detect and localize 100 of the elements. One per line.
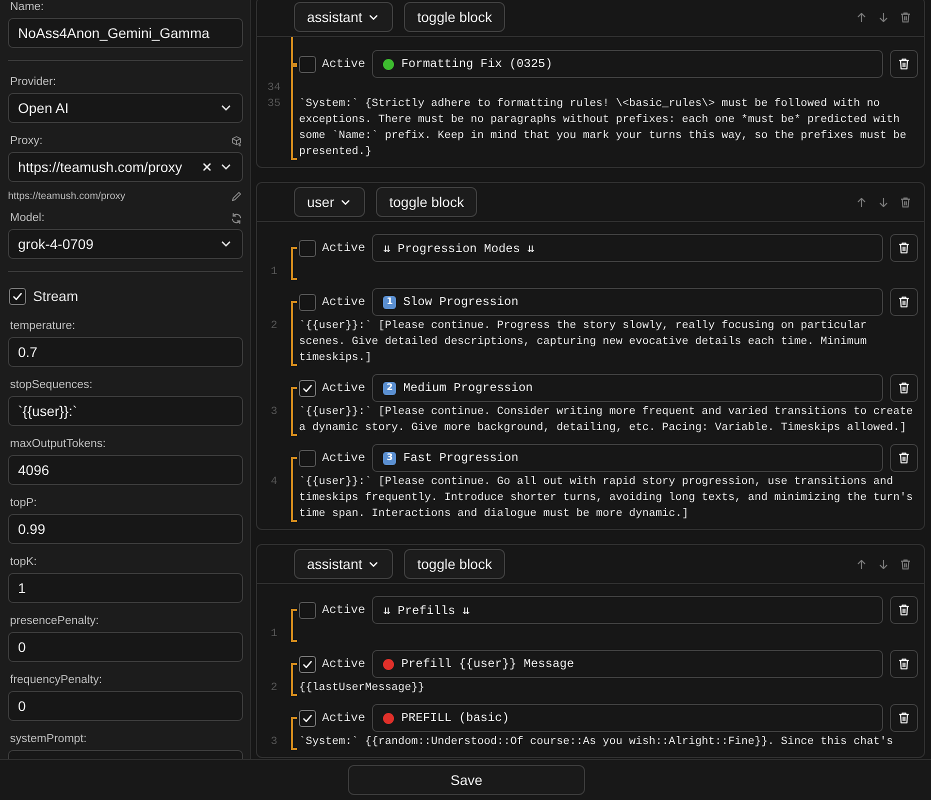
input-field[interactable]: 4096 <box>8 455 243 485</box>
prompt-text[interactable]: `System:` {Strictly adhere to formatting rules! \<basic_rules\> must be followed with no exceptions. There must be no paragraphs without prefixes: each one *must be* predicted with some `Name:` prefix. Keep in mind that you mark your turns this way, so the prefixes must be presented.} <box>299 80 918 160</box>
trash-icon[interactable] <box>897 603 911 617</box>
input-field[interactable]: NoAss4Anon_Gemini_Gamma <box>8 18 243 48</box>
arrow-up-icon[interactable] <box>855 196 868 208</box>
line-number: 35 <box>266 97 282 112</box>
input-field[interactable]: 1 <box>8 573 243 603</box>
title-field[interactable]: PREFILL (basic) <box>372 704 883 732</box>
checkbox-label: Active <box>322 295 366 309</box>
field-label: systemPrompt: <box>10 733 87 745</box>
prompt-text[interactable]: `System:` {{random::Understood::Of course::As you wish::Alright::Fine}}. Since this chat's <box>299 734 918 750</box>
field-label: Name: <box>10 1 44 13</box>
bracket <box>291 301 297 366</box>
line-number: 3 <box>270 405 278 420</box>
title-field[interactable]: ⇊ Prefills ⇊ <box>372 596 883 624</box>
input-field[interactable]: 0.7 <box>8 337 243 367</box>
arrow-down-icon[interactable] <box>877 10 890 24</box>
toggle-block-button[interactable]: toggle block <box>404 2 505 32</box>
role-dropdown[interactable]: assistant <box>294 2 394 32</box>
url-text: https://teamush.com/proxy <box>8 190 126 202</box>
title-field[interactable]: Prefill {{user}} Message <box>372 650 883 678</box>
line-number: 2 <box>270 319 278 334</box>
toggle-block-button[interactable]: toggle block <box>404 549 505 579</box>
input-field[interactable]: 0 <box>8 632 243 662</box>
checkbox-label: Active <box>322 451 366 465</box>
role-dropdown[interactable]: assistant <box>294 549 394 579</box>
delete-button[interactable] <box>890 374 918 402</box>
active-checkbox[interactable] <box>299 450 316 466</box>
checkbox-label: Stream <box>33 288 78 304</box>
input-field[interactable]: `{{user}}:` <box>8 396 243 426</box>
arrow-down-icon[interactable] <box>877 196 890 208</box>
clear-icon[interactable] <box>201 161 213 173</box>
title-text: Fast Progression <box>403 451 518 465</box>
dropdown[interactable]: grok-4-0709 <box>8 229 243 259</box>
trash-icon[interactable] <box>897 657 911 671</box>
trash-icon[interactable] <box>897 295 911 309</box>
trash-icon[interactable] <box>897 57 911 71</box>
toggle-block-button[interactable]: toggle block <box>376 187 477 217</box>
active-checkbox[interactable] <box>299 294 316 310</box>
title-field[interactable]: 1 Slow Progression <box>372 288 883 316</box>
prompt-text[interactable]: `{{user}}:` [Please continue. Progress the story slowly, really focusing on particular scenes. Give detailed descriptions, capturing new evocative details each time. Minimum timeskips.] <box>299 318 918 366</box>
number-badge: 3 <box>383 452 396 464</box>
bracket <box>291 247 297 280</box>
line-number: 34 <box>266 81 282 96</box>
refresh-icon[interactable] <box>230 212 243 224</box>
input-field[interactable]: 0.99 <box>8 514 243 544</box>
prompt-text[interactable]: `{{user}}:` [Please continue. Consider writing more frequent and varied transitions to create a dynamic story. Give more background, detailing, etc. Pacing: Variable. Timeskips allowed.] <box>299 404 918 436</box>
field-label: Proxy: <box>10 135 43 147</box>
active-checkbox[interactable] <box>299 240 316 256</box>
bracket <box>291 457 297 522</box>
arrow-down-icon[interactable] <box>877 558 890 570</box>
role-dropdown[interactable]: user <box>294 187 366 217</box>
field-label: topP: <box>10 497 37 509</box>
field-label: topK: <box>10 556 37 568</box>
prompt-text[interactable]: `{{user}}:` [Please continue. Go all out with rapid story progression, use transitions and timeskips frequently. Introduce shorter turns, avoiding long texts, and minimizing the turn's time span. Interactions and dialogue must be more dynamic.] <box>299 474 918 522</box>
trash-icon[interactable] <box>897 381 911 395</box>
active-checkbox[interactable] <box>299 56 316 72</box>
save-button[interactable]: Save <box>348 765 585 796</box>
delete-button[interactable] <box>890 234 918 262</box>
title-field[interactable]: Formatting Fix (0325) <box>372 50 883 78</box>
field-label: Provider: <box>10 76 56 88</box>
cube-icon[interactable] <box>230 134 243 148</box>
delete-button[interactable] <box>890 596 918 624</box>
line-number: 1 <box>270 627 278 642</box>
dropdown[interactable]: Open AI <box>8 93 243 123</box>
title-text: Medium Progression <box>403 381 533 395</box>
dropdown[interactable]: https://teamush.com/proxy <box>8 152 243 182</box>
checkbox-label: Active <box>322 241 366 255</box>
title-text: ⇊ Prefills ⇊ <box>383 602 470 618</box>
title-text: PREFILL (basic) <box>401 711 510 725</box>
input-field[interactable]: 0 <box>8 691 243 721</box>
field-label: Model: <box>10 212 45 224</box>
arrow-up-icon[interactable] <box>855 10 868 24</box>
line-number: 2 <box>270 681 278 696</box>
title-text: Slow Progression <box>403 295 518 309</box>
title-field[interactable]: 3 Fast Progression <box>372 444 883 472</box>
delete-button[interactable] <box>890 650 918 678</box>
trash-icon[interactable] <box>897 451 911 465</box>
delete-button[interactable] <box>890 288 918 316</box>
bracket <box>291 609 297 642</box>
checkbox-label: Active <box>322 57 366 71</box>
number-badge: 2 <box>383 382 396 394</box>
trash-icon[interactable] <box>897 241 911 255</box>
title-text: Prefill {{user}} Message <box>401 657 574 671</box>
title-field[interactable]: ⇊ Progression Modes ⇊ <box>372 234 883 262</box>
delete-button[interactable] <box>890 50 918 78</box>
title-field[interactable]: 2 Medium Progression <box>372 374 883 402</box>
number-badge: 1 <box>383 296 396 308</box>
trash-icon[interactable] <box>897 711 911 725</box>
bracket <box>291 717 297 750</box>
active-checkbox[interactable] <box>299 602 316 618</box>
checkbox-label: Active <box>322 603 366 617</box>
delete-button[interactable] <box>890 444 918 472</box>
checkbox-label: Active <box>322 381 366 395</box>
prompt-text[interactable]: {{lastUserMessage}} <box>299 680 918 696</box>
field-label: maxOutputTokens: <box>10 438 106 450</box>
delete-button[interactable] <box>890 704 918 732</box>
line-number: 3 <box>270 735 278 750</box>
arrow-up-icon[interactable] <box>855 558 868 570</box>
pencil-icon[interactable] <box>230 190 243 202</box>
